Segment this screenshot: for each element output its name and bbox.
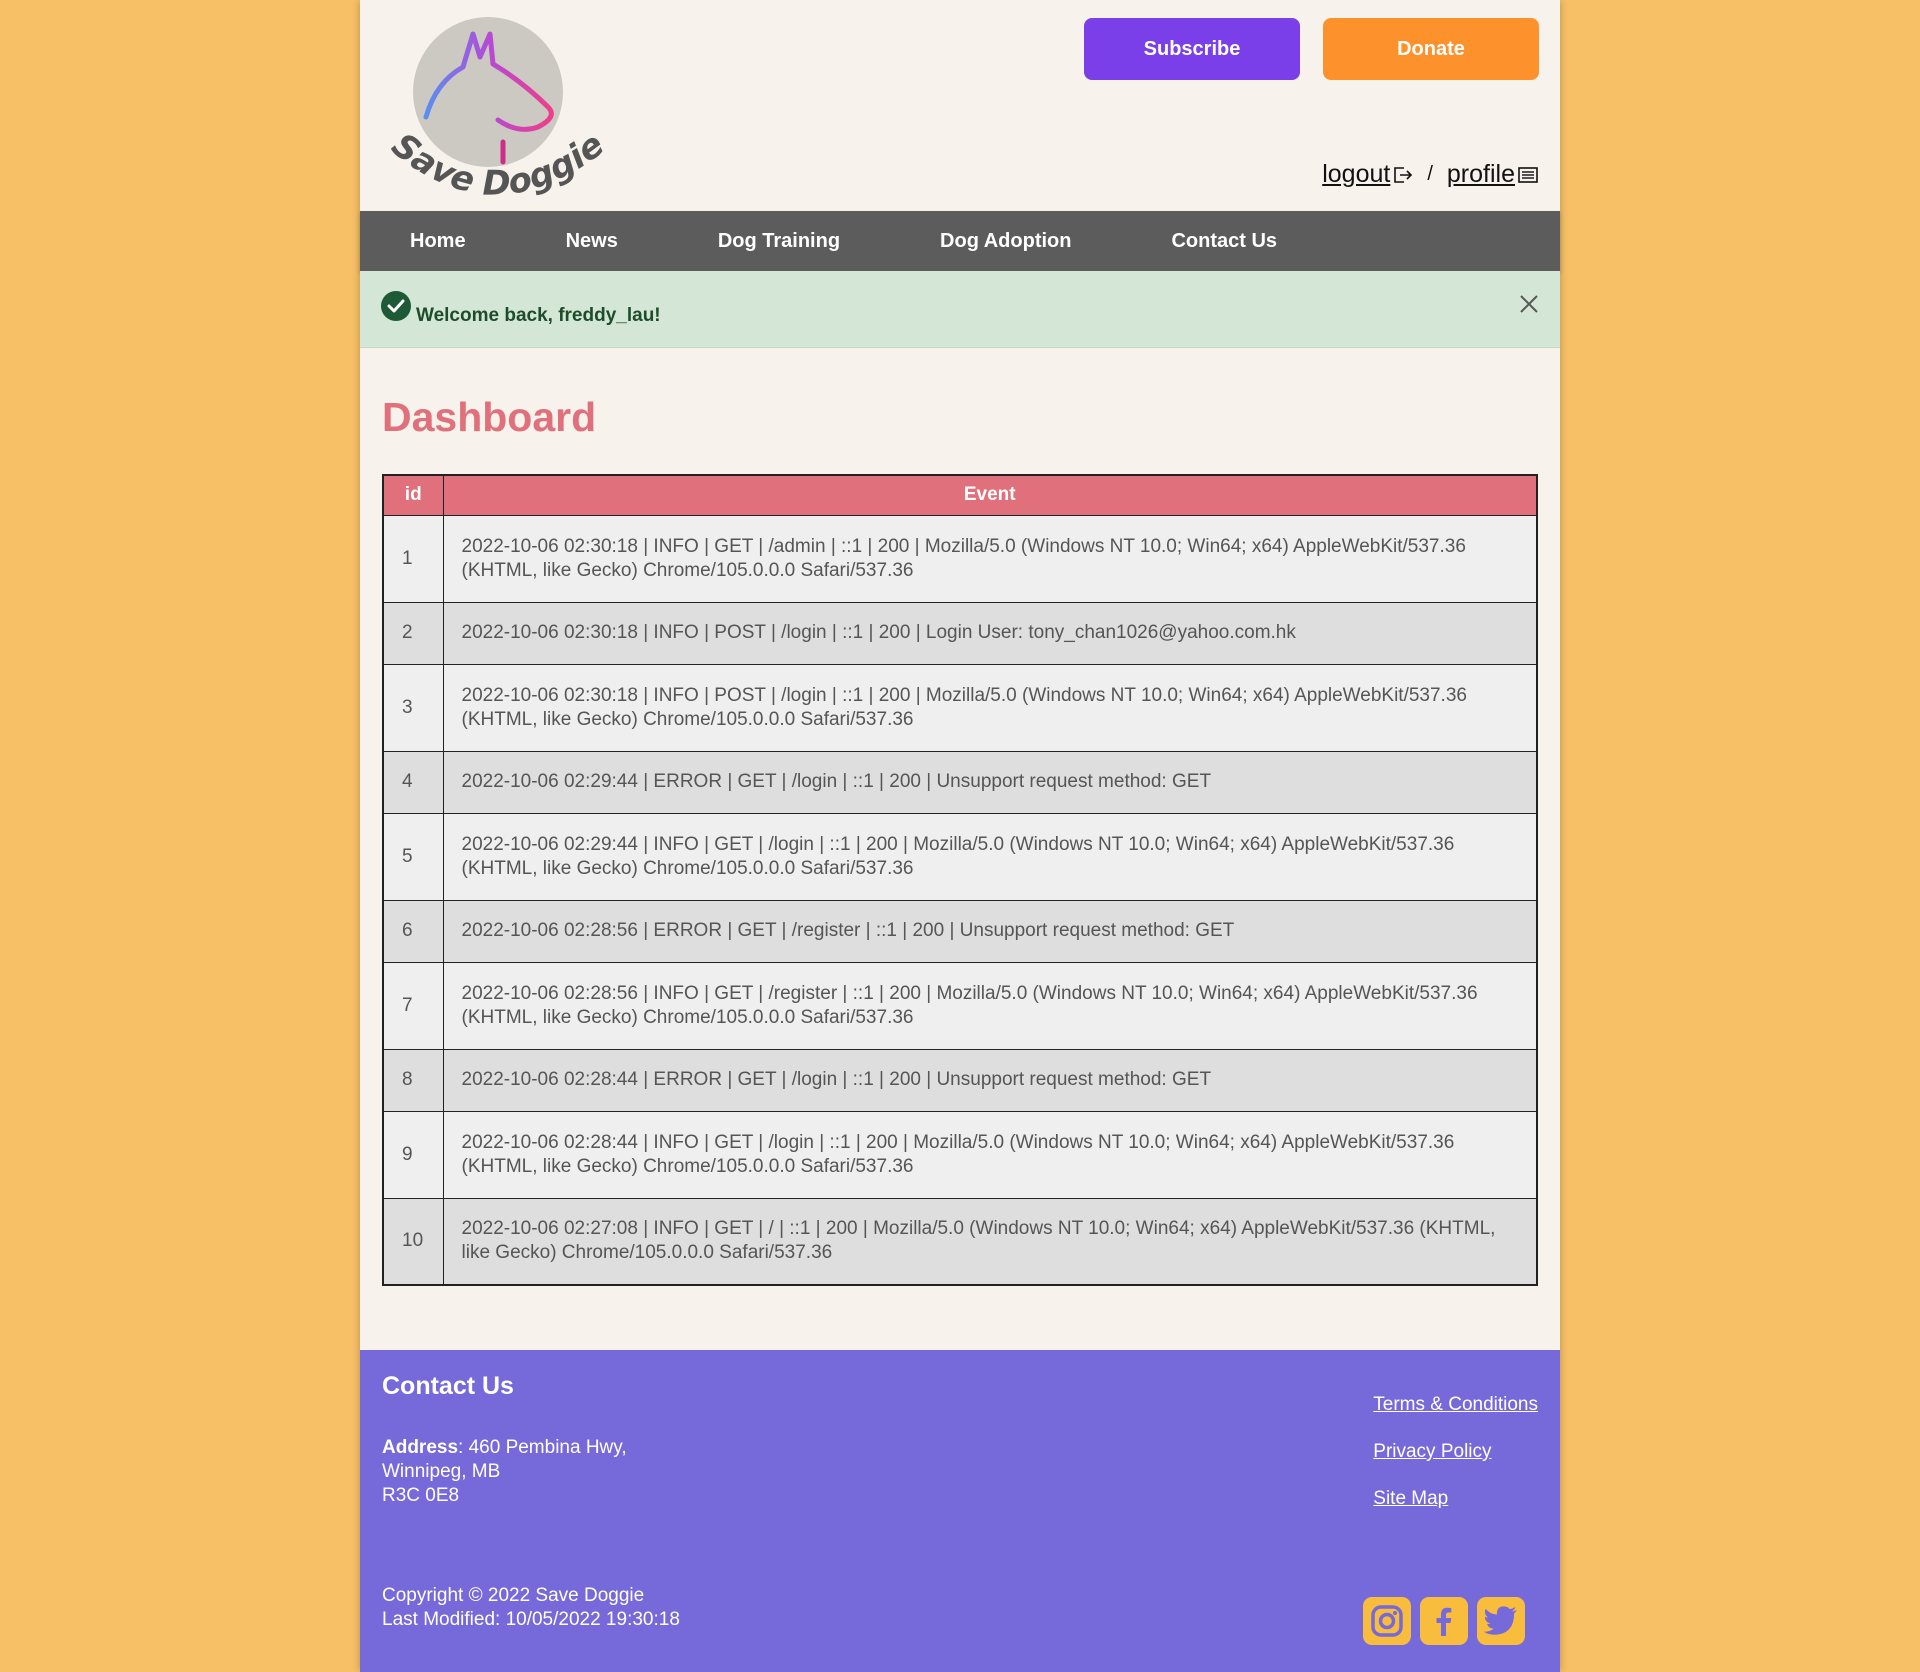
column-header-id: id xyxy=(382,474,444,516)
check-circle-icon xyxy=(381,291,411,321)
row-id: 6 xyxy=(382,899,444,963)
event-log-table: id Event 1 2022-10-06 02:30:18 | INFO | … xyxy=(382,474,1538,1286)
table-row: 5 2022-10-06 02:29:44 | INFO | GET | /lo… xyxy=(382,812,1538,901)
profile-link[interactable]: profile xyxy=(1447,160,1538,189)
row-event: 2022-10-06 02:27:08 | INFO | GET | / | :… xyxy=(442,1197,1538,1286)
profile-card-icon xyxy=(1518,166,1538,183)
row-id: 9 xyxy=(382,1110,444,1199)
subscribe-button[interactable]: Subscribe xyxy=(1084,18,1300,80)
site-header: Save Doggie Subscribe Donate logout / pr… xyxy=(360,0,1560,211)
row-id: 8 xyxy=(382,1048,444,1112)
close-icon[interactable] xyxy=(1518,293,1540,315)
table-row: 8 2022-10-06 02:28:44 | ERROR | GET | /l… xyxy=(382,1048,1538,1112)
footer-address: Address: 460 Pembina Hwy, Winnipeg, MB R… xyxy=(382,1436,627,1508)
row-event: 2022-10-06 02:29:44 | INFO | GET | /logi… xyxy=(442,812,1538,901)
row-id: 10 xyxy=(382,1197,444,1286)
table-header-row: id Event xyxy=(382,474,1538,516)
nav-item-news[interactable]: News xyxy=(566,230,618,253)
instagram-icon[interactable] xyxy=(1363,1597,1411,1645)
facebook-icon[interactable] xyxy=(1420,1597,1468,1645)
footer-copyright-block: Copyright © 2022 Save Doggie Last Modifi… xyxy=(382,1584,680,1632)
table-row: 7 2022-10-06 02:28:56 | INFO | GET | /re… xyxy=(382,961,1538,1050)
page-container: Save Doggie Subscribe Donate logout / pr… xyxy=(360,0,1560,1672)
link-separator: / xyxy=(1427,163,1433,185)
logo[interactable]: Save Doggie xyxy=(378,12,608,207)
nav-item-home[interactable]: Home xyxy=(410,230,466,253)
terms-link[interactable]: Terms & Conditions xyxy=(1373,1394,1538,1416)
row-event: 2022-10-06 02:30:18 | INFO | GET | /admi… xyxy=(442,514,1538,603)
row-event: 2022-10-06 02:29:44 | ERROR | GET | /log… xyxy=(442,750,1538,814)
row-id: 1 xyxy=(382,514,444,603)
address-label: Address xyxy=(382,1437,459,1458)
page-title: Dashboard xyxy=(382,394,597,440)
main-nav: Home News Dog Training Dog Adoption Cont… xyxy=(360,211,1560,271)
table-row: 4 2022-10-06 02:29:44 | ERROR | GET | /l… xyxy=(382,750,1538,814)
column-header-event: Event xyxy=(442,474,1538,516)
last-modified-text: Last Modified: 10/05/2022 19:30:18 xyxy=(382,1609,680,1630)
site-footer: Contact Us Address: 460 Pembina Hwy, Win… xyxy=(360,1350,1560,1672)
logout-icon xyxy=(1394,166,1413,183)
privacy-policy-link[interactable]: Privacy Policy xyxy=(1373,1441,1538,1463)
table-row: 6 2022-10-06 02:28:56 | ERROR | GET | /r… xyxy=(382,899,1538,963)
row-event: 2022-10-06 02:28:44 | INFO | GET | /logi… xyxy=(442,1110,1538,1199)
main-content: Dashboard id Event 1 2022-10-06 02:30:18… xyxy=(360,394,1560,1286)
table-row: 10 2022-10-06 02:27:08 | INFO | GET | / … xyxy=(382,1197,1538,1286)
donate-button[interactable]: Donate xyxy=(1323,18,1539,80)
row-event: 2022-10-06 02:28:44 | ERROR | GET | /log… xyxy=(442,1048,1538,1112)
row-id: 2 xyxy=(382,601,444,665)
nav-item-dog-adoption[interactable]: Dog Adoption xyxy=(940,230,1071,253)
nav-item-contact-us[interactable]: Contact Us xyxy=(1171,230,1277,253)
social-links xyxy=(1363,1597,1525,1645)
logout-label: logout xyxy=(1322,160,1391,188)
address-line-1: : 460 Pembina Hwy, xyxy=(458,1437,627,1458)
site-map-link[interactable]: Site Map xyxy=(1373,1488,1538,1510)
twitter-icon[interactable] xyxy=(1477,1597,1525,1645)
row-event: 2022-10-06 02:28:56 | INFO | GET | /regi… xyxy=(442,961,1538,1050)
user-links: logout / profile xyxy=(1322,160,1538,189)
welcome-alert: Welcome back, freddy_lau! xyxy=(360,271,1560,348)
logout-link[interactable]: logout xyxy=(1322,160,1413,189)
footer-links: Terms & Conditions Privacy Policy Site M… xyxy=(1373,1394,1538,1535)
copyright-text: Copyright © 2022 Save Doggie xyxy=(382,1585,645,1606)
address-line-3: R3C 0E8 xyxy=(382,1485,460,1506)
address-line-2: Winnipeg, MB xyxy=(382,1461,501,1482)
row-id: 4 xyxy=(382,750,444,814)
nav-item-dog-training[interactable]: Dog Training xyxy=(718,230,840,253)
row-event: 2022-10-06 02:30:18 | INFO | POST | /log… xyxy=(442,601,1538,665)
row-id: 3 xyxy=(382,663,444,752)
alert-message: Welcome back, freddy_lau! xyxy=(416,305,661,326)
table-row: 3 2022-10-06 02:30:18 | INFO | POST | /l… xyxy=(382,663,1538,752)
profile-label: profile xyxy=(1446,160,1515,188)
table-row: 1 2022-10-06 02:30:18 | INFO | GET | /ad… xyxy=(382,514,1538,603)
footer-title: Contact Us xyxy=(382,1372,514,1400)
row-event: 2022-10-06 02:28:56 | ERROR | GET | /reg… xyxy=(442,899,1538,963)
table-row: 2 2022-10-06 02:30:18 | INFO | POST | /l… xyxy=(382,601,1538,665)
row-event: 2022-10-06 02:30:18 | INFO | POST | /log… xyxy=(442,663,1538,752)
row-id: 7 xyxy=(382,961,444,1050)
table-row: 9 2022-10-06 02:28:44 | INFO | GET | /lo… xyxy=(382,1110,1538,1199)
row-id: 5 xyxy=(382,812,444,901)
